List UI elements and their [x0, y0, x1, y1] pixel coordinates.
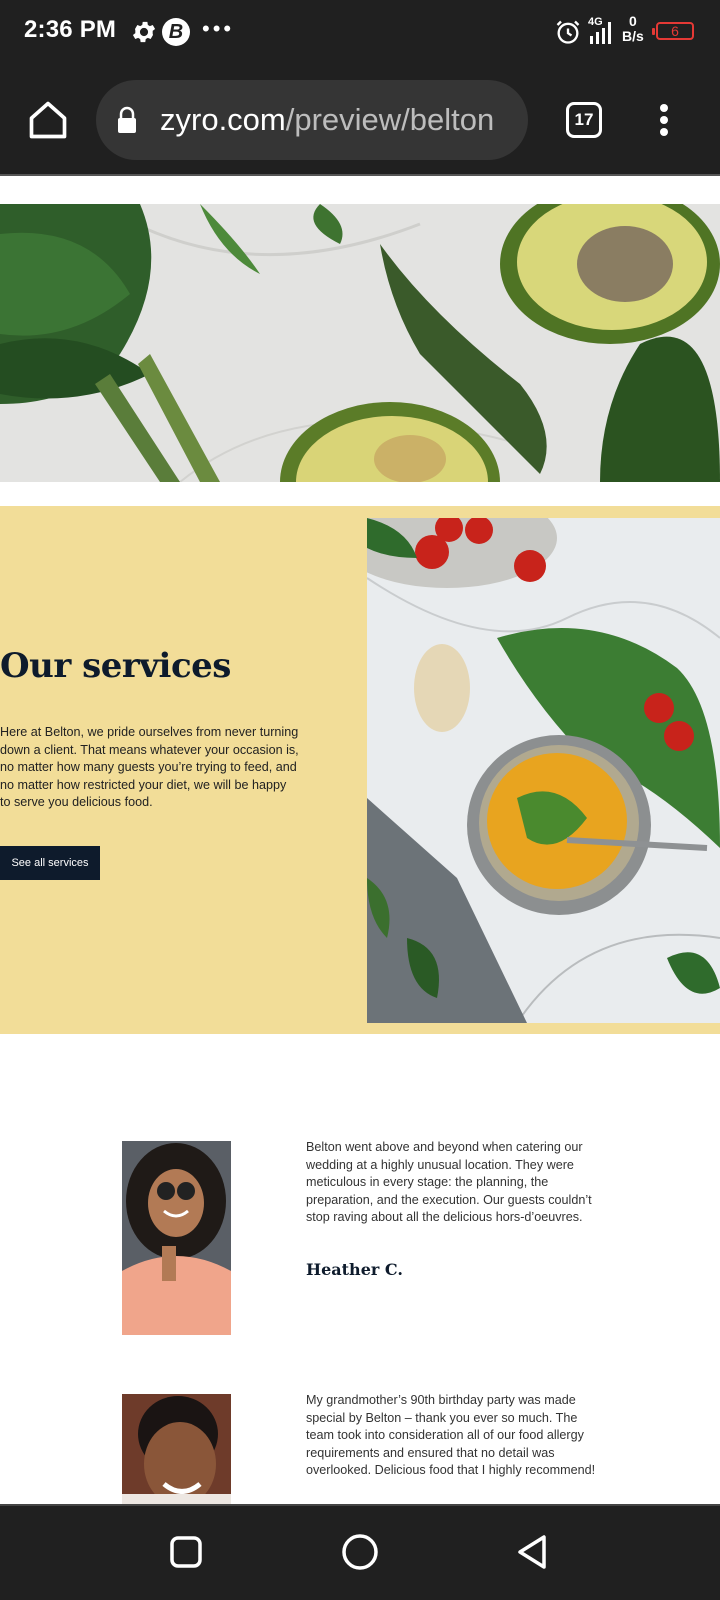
net-speed-value: 0 [629, 13, 637, 29]
testimonial-photo-heather [122, 1141, 231, 1335]
testimonial-quote: Belton went above and beyond when cateri… [306, 1140, 592, 1225]
browser-toolbar: zyro.com/preview/belton 17 [0, 64, 720, 176]
address-bar[interactable]: zyro.com/preview/belton [96, 80, 528, 160]
status-time: 2:36 PM [24, 16, 117, 43]
home-circle-icon[interactable] [340, 1532, 380, 1572]
system-nav-bar [0, 1504, 720, 1600]
recents-icon[interactable] [166, 1532, 206, 1572]
url-domain: zyro.com [160, 102, 286, 137]
testimonial-author: Heather C. [306, 1260, 403, 1279]
gear-icon [132, 21, 156, 43]
soup-bowl-image [367, 518, 720, 1023]
lock-icon [118, 106, 136, 133]
battery-icon: 6 [652, 22, 694, 40]
tabs-icon[interactable]: 17 [566, 102, 602, 138]
svg-text:4G: 4G [588, 16, 603, 28]
testimonial-quote: My grandmother’s 90th birthday party was… [306, 1393, 596, 1478]
net-speed-unit: B/s [622, 28, 644, 44]
status-bar: 2:36 PM B ••• 4G 0 B/s 6 [0, 0, 720, 64]
see-all-services-button[interactable]: See all services [0, 846, 100, 880]
testimonial-photo-2 [122, 1394, 231, 1504]
services-title: Our services [0, 646, 231, 686]
net-speed: 0 B/s [622, 14, 644, 44]
back-icon[interactable] [514, 1532, 554, 1572]
url-text[interactable]: zyro.com/preview/belton [160, 102, 512, 138]
signal-4g-icon: 4G [588, 16, 611, 44]
hero-image [0, 204, 720, 482]
more-notifications-icon: ••• [202, 16, 235, 41]
overflow-menu-icon[interactable] [652, 100, 676, 140]
url-path: /preview/belton [285, 102, 495, 137]
services-description: Here at Belton, we pride ourselves from … [0, 725, 299, 810]
alarm-icon [556, 20, 580, 44]
home-icon[interactable] [26, 98, 70, 142]
services-section: Our services Here at Belton, we pride ou… [0, 506, 720, 1034]
b-app-icon: B [162, 18, 190, 46]
